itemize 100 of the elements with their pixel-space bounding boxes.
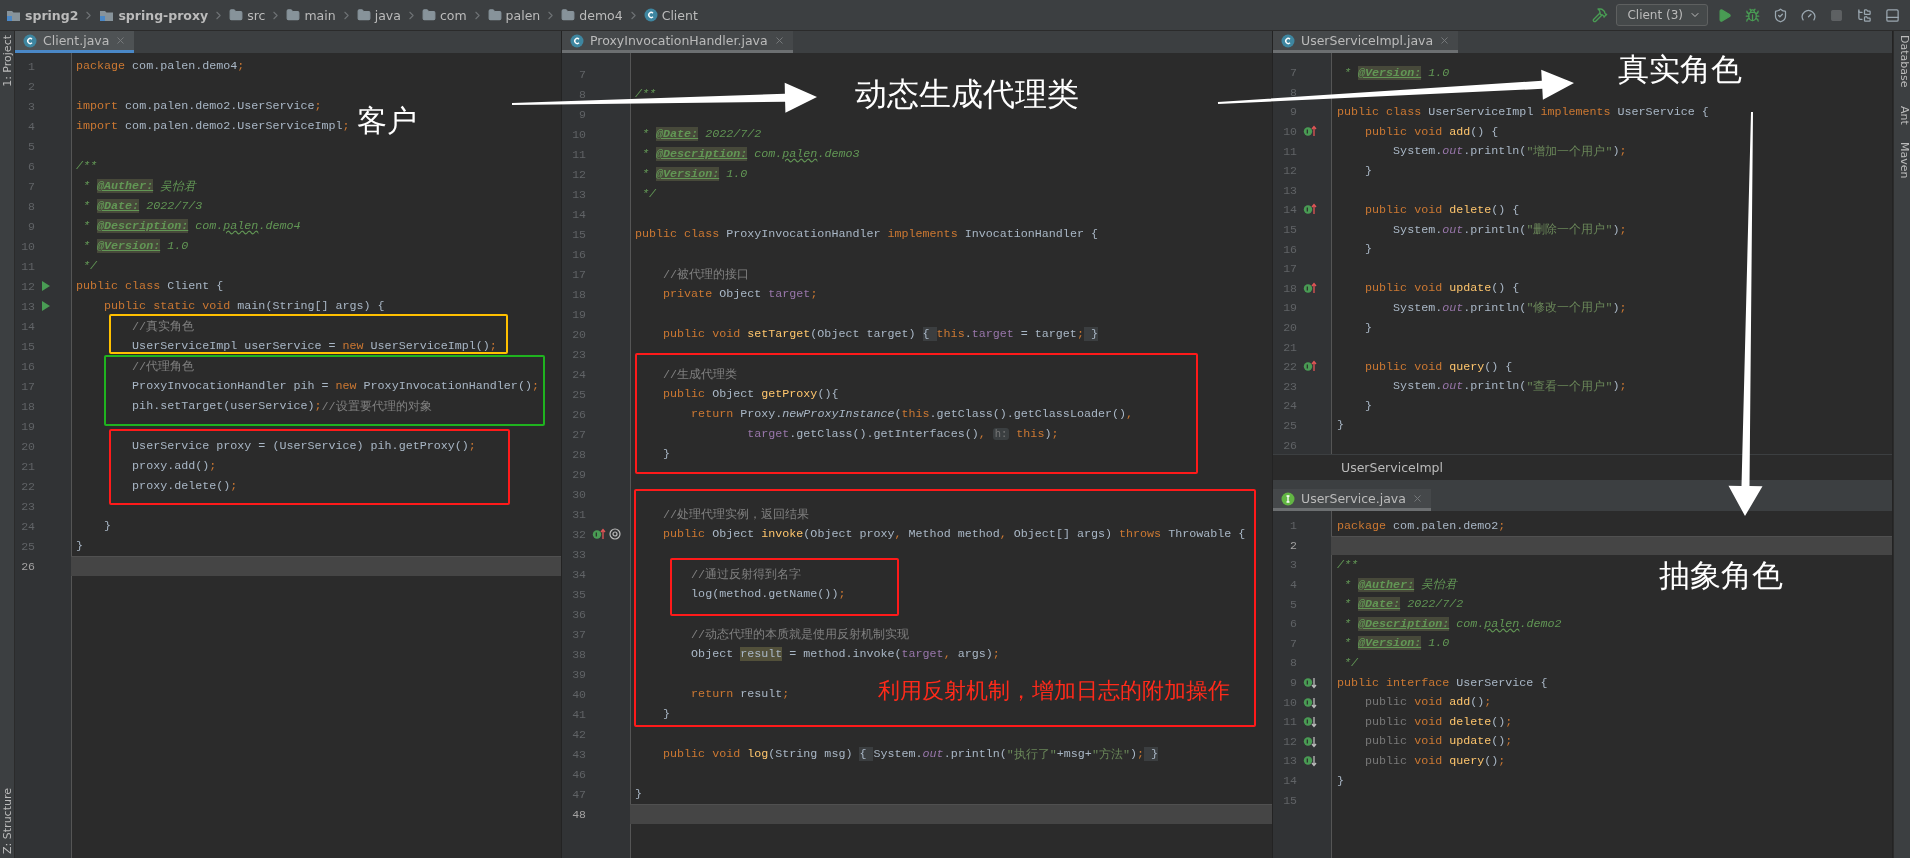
code-line: * @Date: 2022/7/2 [1343,596,1464,614]
code-line: //被代理的接口 [662,266,750,284]
code-line: * @Version: 1.0 [1343,64,1450,82]
breadcrumb-item[interactable]: Client [661,7,698,23]
code-line: //真实角色 [131,318,195,336]
code-line: UserServiceImpl userService = new UserServiceImpl(); [131,338,497,355]
code-line: } [1364,162,1373,180]
code-line: System.out.println("增加一个用户"); [1392,143,1627,161]
line-number: 26 [20,559,35,573]
panel-icon [1884,7,1900,23]
annotation-label: 客户 [357,106,417,136]
code-line: public class UserServiceImpl implements UserService { [1337,104,1709,121]
editor-tab[interactable]: ProxyInvocationHandler.java [562,31,793,53]
editor-tab[interactable]: UserServiceImpl.java [1273,31,1459,53]
circle-down-arrow-icon[interactable] [1303,695,1317,709]
breadcrumb-item[interactable]: java [374,7,401,23]
code-line: //生成代理类 [662,366,738,384]
class-icon [570,33,584,48]
breadcrumb-item[interactable]: com [439,7,467,23]
folder-icon [421,8,436,22]
tool-window-tab[interactable]: Z: Structure [0,788,14,854]
code-line: import com.palen.demo2.UserService; [76,98,322,115]
tool-window-tab[interactable]: Maven [1897,142,1910,179]
code-line: private Object target; [662,286,818,303]
code-line: public class ProxyInvocationHandler implements InvocationHandler { [635,226,1098,243]
code-line: package com.palen.demo4; [76,58,245,75]
code-line: //处理代理实例，返回结果 [662,506,810,524]
code-line: * @Date: 2022/7/3 [82,198,203,215]
tool-window-tab[interactable]: Database [1897,35,1910,88]
code-line: /** [1337,557,1359,574]
circle-up-arrow-icon[interactable] [1303,281,1317,295]
circle-up-arrow-icon[interactable] [592,527,606,541]
circle-down-arrow-icon[interactable] [1303,676,1317,690]
folder-icon [356,8,371,22]
code-line: * @Auther: 吴怡君 [82,178,197,196]
code-line: /** [76,158,98,175]
code-line: public void update() { [1364,280,1520,298]
bug-icon [1744,7,1760,23]
code-line: * @Auther: 吴怡君 [1343,576,1458,595]
code-line: public void query(); [1364,752,1506,770]
close-icon[interactable] [1439,35,1451,46]
code-line: //通过反射得到名字 [690,566,802,584]
code-line: public void add() { [1364,123,1499,141]
run-configuration-dropdown[interactable]: Client (3) [1616,4,1708,26]
breadcrumb-item[interactable]: demo4 [579,7,623,23]
breadcrumb-item[interactable]: spring-proxy [118,7,209,23]
run-icon[interactable] [41,280,51,292]
code-line: UserService proxy = (UserService) pih.getProxy(); [131,438,476,455]
code-line: ProxyInvocationHandler pih = new ProxyInvocationHandler(); [131,378,539,395]
code-line: proxy.add(); [131,458,217,475]
code-line: public void update(); [1364,733,1513,751]
breadcrumb-item[interactable]: main [304,7,336,23]
class-icon [1281,33,1295,48]
code-line: * @Description: com.palen.demo2 [1343,615,1562,633]
code-line: } [1364,319,1373,337]
hammer-icon [1592,7,1609,23]
tool-window-tab[interactable]: Ant [1897,105,1910,125]
annotation-label: 利用反射机制，增加日志的附加操作 [878,680,1230,702]
class-icon [23,33,37,48]
code-line: */ [641,186,657,203]
code-line: //动态代理的本质就是使用反射机制实现 [690,626,910,644]
code-line: import com.palen.demo2.UserServiceImpl; [76,118,350,135]
annotation-label: 抽象角色 [1659,560,1783,591]
code-line: */ [82,258,98,275]
code-line: public Object invoke(Object proxy, Method method, Object[] args) throws Throwable { [662,526,1246,543]
code-line: public void query() { [1364,358,1513,376]
breadcrumb-item[interactable]: spring2 [25,7,79,23]
play-icon [1716,7,1732,23]
class-icon [643,8,658,22]
code-line: } [1364,397,1373,415]
code-line: return result; [690,686,790,703]
code-line: public void setTarget(Object target) { this.target = target; } [662,326,1098,343]
editor-tab[interactable]: Client.java [15,31,135,53]
code-line: * @Version: 1.0 [641,166,748,183]
run-icon[interactable] [41,300,51,312]
breadcrumb-item[interactable]: src [247,7,266,23]
folder-icon [561,8,576,22]
code-line: } [662,706,671,723]
circle-up-arrow-icon[interactable] [1303,203,1317,217]
shield-icon [1772,7,1788,23]
module-folder-icon [6,8,21,22]
code-line: System.out.println("查看一个用户"); [1392,378,1627,396]
code-line: public void add(); [1364,694,1492,712]
line-number: 2 [1289,538,1297,552]
circle-up-arrow-icon[interactable] [1303,360,1317,374]
close-icon[interactable] [1411,493,1423,504]
circle-down-arrow-icon[interactable] [1303,734,1317,748]
circle-down-arrow-icon[interactable] [1303,715,1317,729]
breadcrumb-link[interactable]: UserServiceImpl [1341,460,1443,475]
code-line: * @Description: com.palen.demo3 [641,146,860,163]
close-icon[interactable] [773,35,785,46]
breadcrumb-item[interactable]: palen [505,7,541,23]
tool-window-tab[interactable]: 1: Project [0,35,14,87]
interface-icon [1281,491,1295,506]
gauge-icon [1800,7,1816,23]
code-line: public static void main(String[] args) { [103,298,385,315]
code-line: } [1337,417,1344,435]
editor-tab[interactable]: UserService.java [1273,489,1431,511]
circle-up-arrow-icon[interactable] [1303,125,1317,139]
circle-down-arrow-icon[interactable] [1303,754,1317,768]
